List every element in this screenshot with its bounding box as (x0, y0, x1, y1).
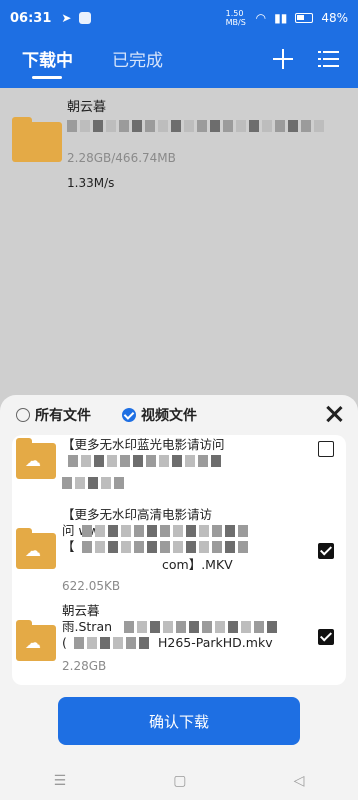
radio-checked-icon[interactable] (122, 408, 136, 422)
status-notification-icons: ➤ (61, 11, 92, 25)
cloud-folder-icon: ☁ (16, 438, 56, 479)
status-bar: 06:31 ➤ 1.50 MB/S ◠ ▮▮ 48% (0, 0, 358, 36)
file-size: 2.28GB (62, 659, 107, 673)
file-size: 622.05KB (62, 579, 121, 593)
app-header: 下载中 已完成 (0, 36, 358, 88)
censored-filename (67, 120, 324, 132)
list-icon[interactable] (318, 49, 340, 69)
filter-video-files[interactable]: 视频文件 (122, 405, 197, 425)
tab-downloading[interactable]: 下载中 (22, 46, 73, 71)
wifi-icon: ◠ (255, 11, 267, 25)
home-icon[interactable]: ▢ (173, 773, 186, 789)
file-row[interactable]: ☁ 【更多无水印蓝光电影请访问 (12, 435, 346, 499)
file-checkbox[interactable] (318, 441, 334, 457)
file-name: 朝云暮 (62, 603, 100, 618)
app-notification-icon (79, 12, 92, 24)
download-title: 朝云暮 (67, 100, 107, 115)
censored-filename (124, 621, 277, 633)
network-speed: 1.50 MB/S (225, 9, 246, 27)
file-select-sheet: 所有文件 视频文件 ☁ 【更多无水印蓝光电影请访问 ☁ 【更多无水印高清电影请访… (0, 395, 358, 800)
file-row[interactable]: ☁ 【更多无水印高清电影请访 问 ww 【 com】.MKV 622.05KB (12, 505, 346, 595)
file-name: 【更多无水印高清电影请访 (62, 507, 213, 522)
cloud-folder-icon: ☁ (16, 620, 56, 661)
cloud-icon: ☁ (25, 633, 41, 652)
file-checkbox[interactable] (318, 543, 334, 559)
cloud-folder-icon: ☁ (16, 528, 56, 569)
file-name-line2: 雨.Stran (62, 619, 113, 634)
battery-icon (295, 13, 314, 23)
filter-all-files[interactable]: 所有文件 (16, 405, 91, 425)
download-speed: 1.33M/s (67, 176, 115, 190)
censored-filesize (62, 477, 124, 489)
status-time: 06:31 (10, 10, 52, 26)
censored-filename (68, 455, 221, 467)
file-name-line4: H265-ParkHD.mkv (158, 635, 273, 650)
signal-icon: ▮▮ (274, 11, 288, 25)
cloud-icon: ☁ (25, 541, 41, 560)
download-item[interactable]: 朝云暮 2.28GB/466.74MB 1.33M/s (12, 96, 352, 196)
status-right: 1.50 MB/S ◠ ▮▮ 48% (226, 9, 348, 27)
tab-active-indicator (32, 76, 62, 79)
file-name: 【更多无水印蓝光电影请访问 (62, 437, 225, 452)
filter-all-label: 所有文件 (35, 408, 91, 424)
close-icon[interactable] (325, 405, 343, 423)
file-row[interactable]: ☁ 朝云暮 雨.Stran ( H265-ParkHD.mkv 2.28GB (12, 601, 346, 685)
tab-completed[interactable]: 已完成 (112, 46, 163, 71)
back-icon[interactable]: ◁ (294, 773, 305, 789)
radio-unchecked-icon[interactable] (16, 408, 30, 422)
confirm-download-button[interactable]: 确认下载 (58, 697, 300, 745)
file-name-line4: com】.MKV (162, 557, 233, 572)
censored-filename (82, 541, 248, 553)
cloud-icon: ☁ (25, 451, 41, 470)
file-list[interactable]: ☁ 【更多无水印蓝光电影请访问 ☁ 【更多无水印高清电影请访 问 ww 【 co… (12, 435, 346, 685)
censored-filename (82, 525, 248, 537)
plus-icon[interactable] (272, 48, 294, 70)
censored-filename (74, 637, 149, 649)
battery-level: 48% (321, 11, 348, 25)
folder-icon (12, 117, 62, 162)
filter-video-label: 视频文件 (141, 408, 197, 424)
file-checkbox[interactable] (318, 629, 334, 645)
download-size: 2.28GB/466.74MB (67, 151, 176, 165)
file-name-line3: 【 (62, 539, 75, 554)
telegram-icon: ➤ (61, 11, 72, 25)
menu-icon[interactable]: ☰ (54, 773, 67, 789)
system-nav-bar: ☰ ▢ ◁ (0, 762, 358, 800)
